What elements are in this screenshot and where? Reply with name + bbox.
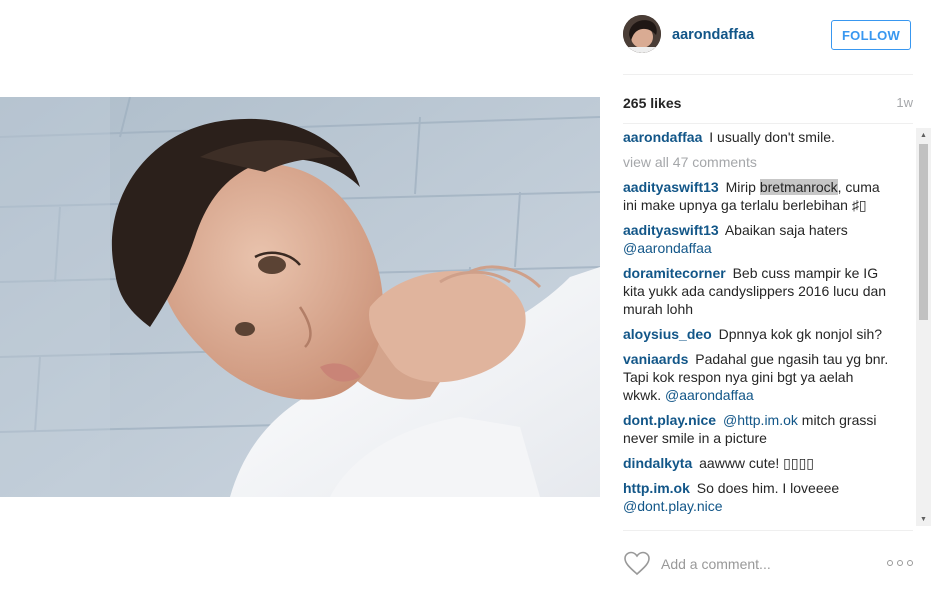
comment-text: Dpnnya kok gk nonjol sih?	[718, 326, 883, 342]
comment-text: Abaikan saja haters	[724, 222, 848, 238]
comment-text: Mirip	[725, 179, 760, 195]
caption-text: I usually don't smile.	[709, 129, 835, 145]
comment-username-link[interactable]: dindalkyta	[623, 455, 692, 471]
more-dot	[907, 560, 913, 566]
comment-username-link[interactable]: aadityaswift13	[623, 222, 719, 238]
scrollbar-thumb[interactable]	[919, 144, 928, 320]
comment-mention-link[interactable]: @aarondaffaa	[623, 240, 712, 256]
comment-mention-link[interactable]: @aarondaffaa	[665, 387, 754, 403]
likes-divider	[623, 123, 913, 124]
caption-username-link[interactable]: aarondaffaa	[623, 129, 702, 145]
caption: aarondaffaa I usually don't smile.	[623, 128, 893, 146]
comment-username-link[interactable]: aadityaswift13	[623, 179, 719, 195]
more-options-icon[interactable]	[887, 557, 913, 569]
scroll-up-arrow-icon[interactable]: ▲	[916, 128, 931, 142]
list-item: aadityaswift13 Abaikan saja haters @aaro…	[623, 221, 893, 257]
list-item: http.im.ok So does him. I loveeee @dont.…	[623, 479, 893, 515]
add-comment-input[interactable]	[661, 554, 871, 574]
comment-footer	[623, 547, 913, 581]
list-item: dont.play.nice @http.im.ok mitch grassi …	[623, 411, 893, 447]
list-item: doramitecorner Beb cuss mampir ke IG kit…	[623, 264, 893, 318]
list-item: dindalkyta aawww cute! ▯▯▯▯	[623, 454, 893, 472]
scroll-down-arrow-icon[interactable]: ▼	[916, 512, 931, 526]
header-divider	[623, 74, 913, 75]
more-dot	[887, 560, 893, 566]
header-username-link[interactable]: aarondaffaa	[672, 27, 754, 43]
post-side-panel: aarondaffaa FOLLOW 265 likes 1w aarondaf…	[600, 0, 935, 594]
follow-button[interactable]: FOLLOW	[831, 20, 911, 50]
heart-icon[interactable]	[623, 550, 651, 576]
post-time[interactable]: 1w	[896, 95, 913, 110]
view-all-comments-link[interactable]: view all 47 comments	[623, 153, 893, 171]
avatar-image	[623, 15, 661, 53]
list-item: aloysius_deo Dpnnya kok gk nonjol sih?	[623, 325, 893, 343]
comment-mention-link[interactable]: @http.im.ok	[723, 412, 798, 428]
comments-list[interactable]: aarondaffaa I usually don't smile. view …	[623, 128, 923, 526]
comment-username-link[interactable]: aloysius_deo	[623, 326, 712, 342]
post-photo[interactable]	[0, 97, 600, 497]
comments-scrollbar[interactable]: ▲ ▼	[916, 128, 931, 526]
comment-highlight-text: bretmanrock	[759, 179, 838, 195]
avatar[interactable]	[623, 15, 661, 53]
comment-username-link[interactable]: doramitecorner	[623, 265, 726, 281]
comment-text: aawww cute! ▯▯▯▯	[699, 455, 814, 471]
more-dot	[897, 560, 903, 566]
footer-divider	[623, 530, 913, 531]
likes-row: 265 likes 1w	[623, 95, 913, 113]
media-column	[0, 0, 600, 594]
comment-username-link[interactable]: vaniaards	[623, 351, 688, 367]
comment-mention-link[interactable]: @dont.play.nice	[623, 498, 723, 514]
comment-text: So does him. I loveeee	[696, 480, 840, 496]
comment-username-link[interactable]: dont.play.nice	[623, 412, 716, 428]
list-item: vaniaards Padahal gue ngasih tau yg bnr.…	[623, 350, 893, 404]
post-header: aarondaffaa FOLLOW	[623, 15, 913, 57]
list-item: aadityaswift13 Mirip bretmanrock, cuma i…	[623, 178, 893, 214]
comment-username-link[interactable]: http.im.ok	[623, 480, 690, 496]
likes-count[interactable]: 265 likes	[623, 95, 681, 111]
